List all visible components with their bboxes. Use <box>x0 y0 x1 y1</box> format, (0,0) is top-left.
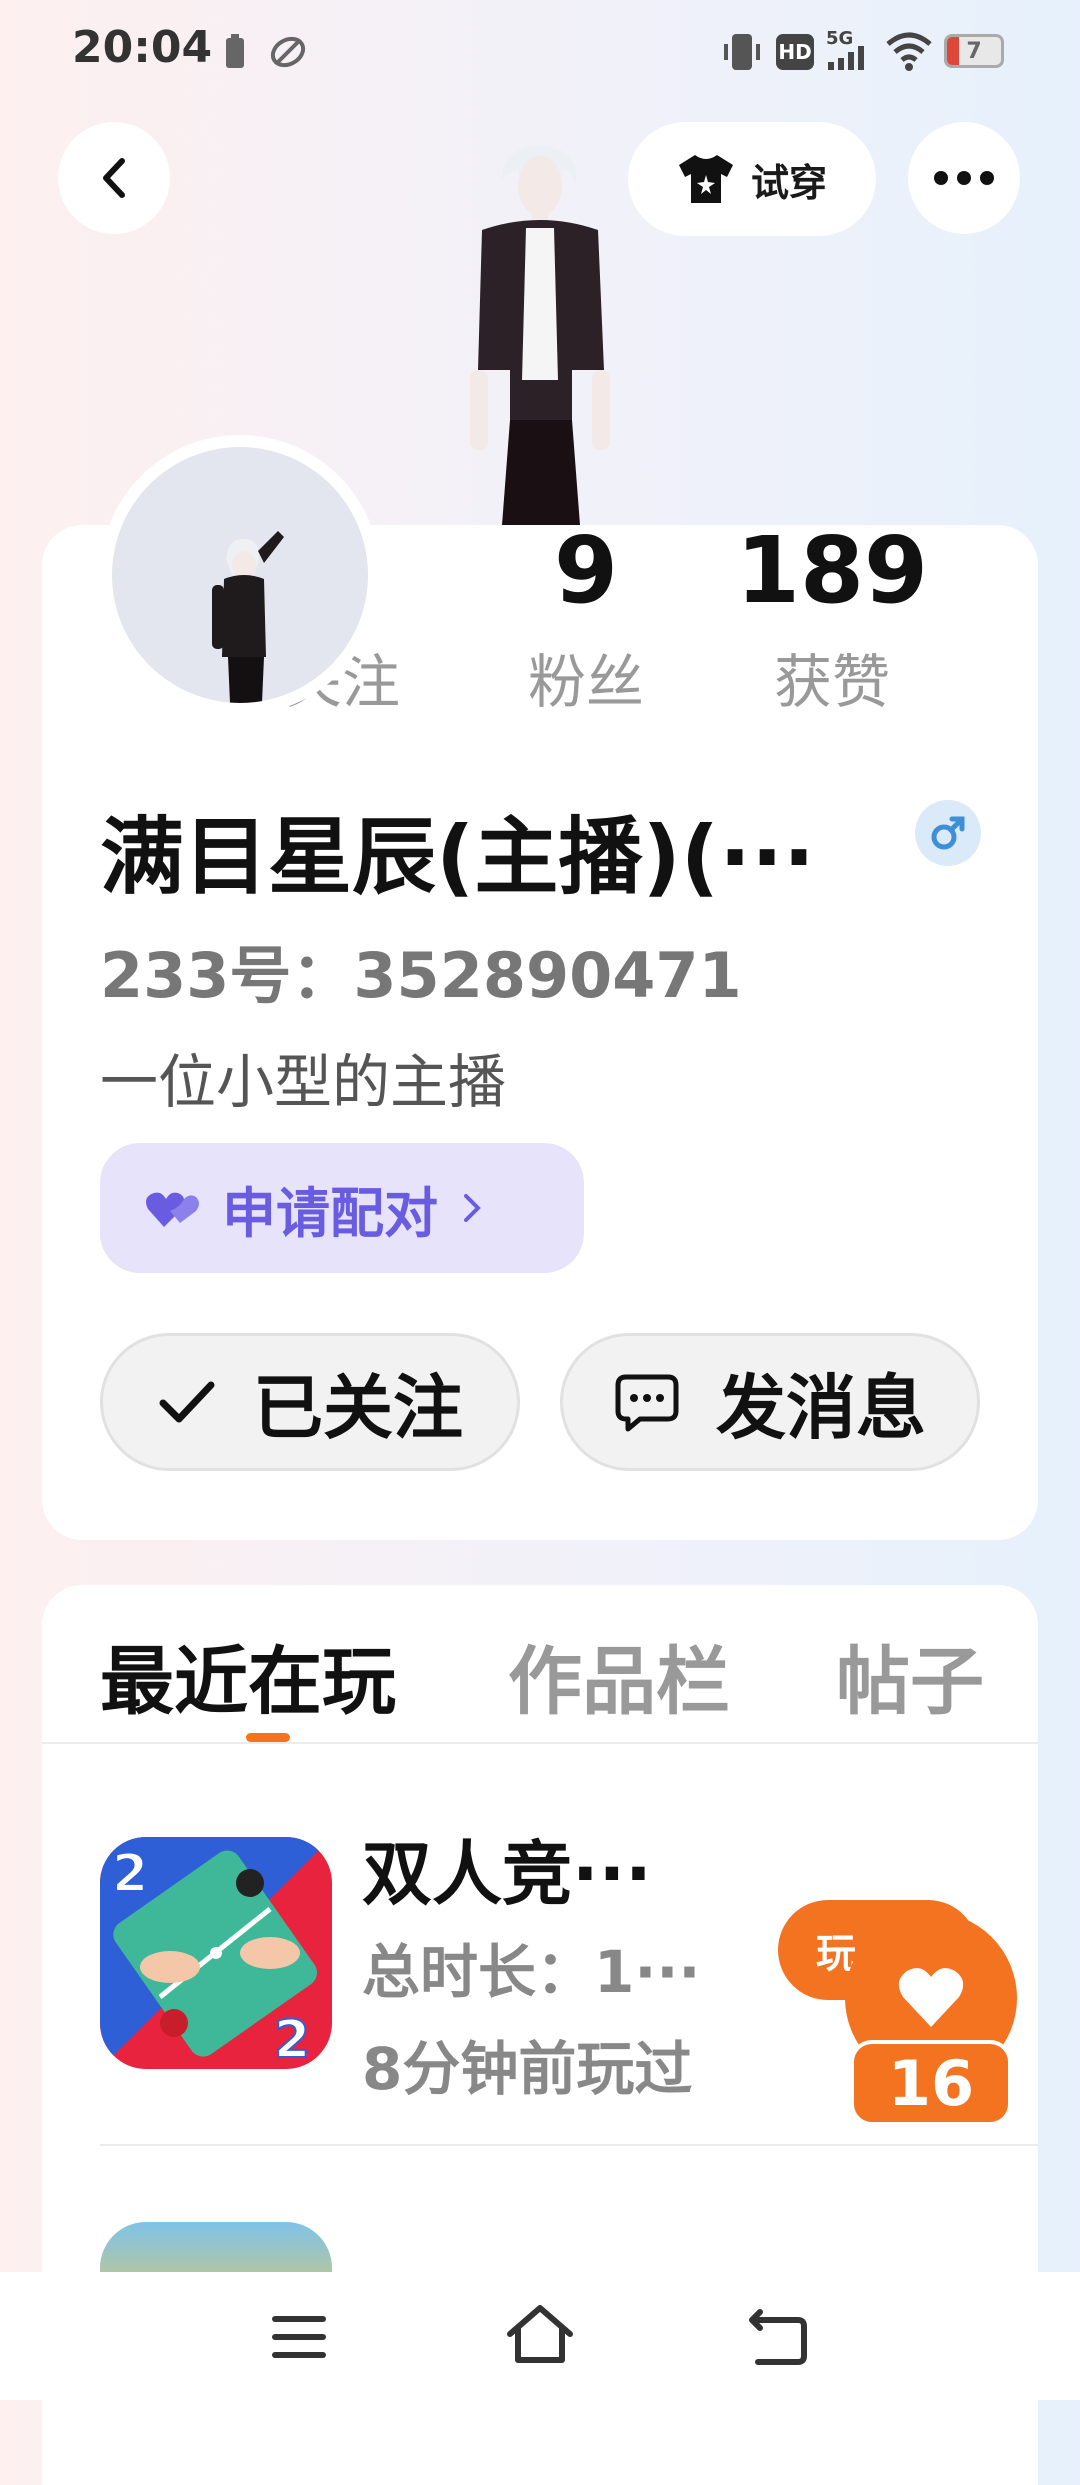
back-button[interactable] <box>58 122 170 234</box>
status-time: 20:04 <box>72 22 213 73</box>
game-icon[interactable]: 2 2 <box>100 1837 332 2069</box>
user-id: 233号：352890471 <box>100 939 742 1012</box>
row-divider <box>100 2144 1038 2146</box>
more-button[interactable] <box>908 122 1020 234</box>
avatar-image <box>212 531 284 703</box>
following-button[interactable]: 已关注 <box>100 1333 520 1471</box>
chevron-right-icon <box>464 1194 481 1222</box>
back-nav-icon[interactable] <box>746 2306 810 2366</box>
avatar-figure-image <box>470 146 610 525</box>
loop-icon <box>270 36 306 68</box>
more-dots-icon <box>934 171 994 185</box>
male-icon <box>931 816 965 850</box>
profile-bio: 一位小型的主播 <box>100 1048 507 1116</box>
send-message-button[interactable]: 发消息 <box>560 1333 980 1471</box>
game-duration: 总时长：1··· <box>362 1938 701 2006</box>
try-on-button[interactable]: 试穿 <box>628 122 876 236</box>
following-button-label: 已关注 <box>253 1366 463 1449</box>
tab-divider <box>42 1742 1038 1744</box>
send-message-label: 发消息 <box>716 1366 926 1449</box>
check-icon <box>159 1381 215 1423</box>
wifi-icon <box>886 32 932 71</box>
apply-pair-button[interactable]: 申请配对 <box>100 1143 584 1273</box>
likes-label: 获赞 <box>773 648 890 716</box>
vibrate-icon <box>724 34 760 70</box>
stat-likes[interactable]: 189 获赞 <box>732 525 932 719</box>
game-last-played: 8分钟前玩过 <box>362 2035 693 2103</box>
chat-bubble-icon <box>615 1374 679 1432</box>
apply-pair-label: 申请配对 <box>222 1181 438 1245</box>
active-tab-indicator <box>246 1733 290 1742</box>
signal-icon <box>828 46 864 70</box>
try-on-label: 试穿 <box>750 160 827 205</box>
status-bar: 20:04 HD 5G 7 <box>0 0 1080 100</box>
gender-badge <box>915 800 981 866</box>
stat-fans[interactable]: 9 粉丝 <box>486 525 686 719</box>
tab-posts[interactable]: 帖子 <box>836 1622 984 1729</box>
game-icon-image: 2 2 <box>100 1837 332 2069</box>
menu-icon[interactable] <box>270 2312 330 2362</box>
profile-name: 满目星辰(主播)(··· <box>100 808 815 906</box>
game-icon-badge-b: 2 <box>274 2010 310 2069</box>
fans-label: 粉丝 <box>527 648 644 716</box>
chevron-left-icon <box>103 158 125 198</box>
avatar[interactable] <box>100 435 380 715</box>
fans-count: 9 <box>553 517 618 624</box>
tab-recently-played[interactable]: 最近在玩 <box>100 1622 396 1729</box>
like-count: 16 <box>850 2040 1012 2126</box>
hd-badge: HD <box>776 34 814 70</box>
likes-count: 189 <box>735 517 929 624</box>
tshirt-icon <box>678 155 733 203</box>
game-icon-badge-a: 2 <box>112 1844 148 1904</box>
heart-icon <box>898 1968 964 2027</box>
home-icon[interactable] <box>504 2302 576 2366</box>
game-title[interactable]: 双人竞··· <box>362 1818 652 1919</box>
tab-works[interactable]: 作品栏 <box>508 1622 730 1729</box>
system-nav-bar <box>0 2272 1080 2400</box>
battery-saver-icon <box>226 34 244 68</box>
hearts-icon <box>146 1192 199 1227</box>
battery-icon: 7 <box>944 34 1004 68</box>
